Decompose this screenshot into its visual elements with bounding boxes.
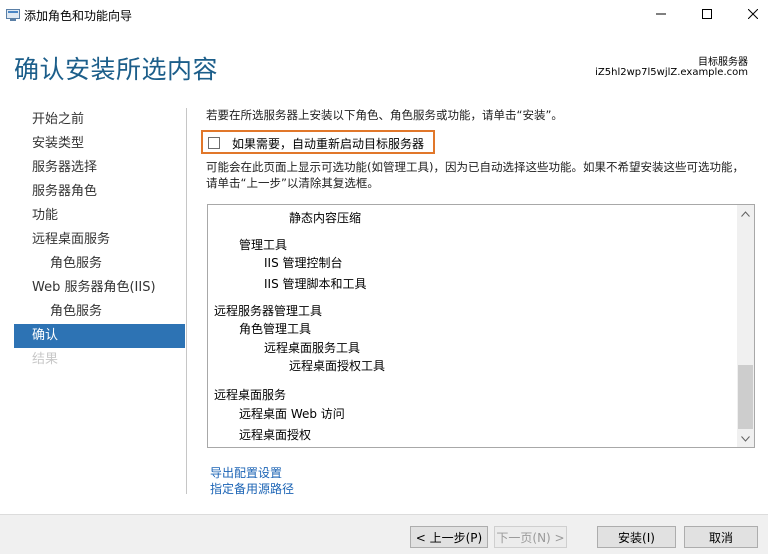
nav-item-server-selection[interactable]: 服务器选择 xyxy=(14,156,185,180)
page-title: 确认安装所选内容 xyxy=(14,55,219,84)
minimize-button[interactable] xyxy=(638,0,684,28)
nav-item-confirmation[interactable]: 确认 xyxy=(14,324,185,348)
wizard-steps-nav: 开始之前 安装类型 服务器选择 服务器角色 功能 远程桌面服务 角色服务 Web… xyxy=(14,108,185,372)
nav-item-results: 结果 xyxy=(32,352,59,367)
list-item: 远程桌面服务工具 xyxy=(264,341,361,355)
restart-checkbox[interactable] xyxy=(208,137,220,149)
vertical-scrollbar[interactable] xyxy=(737,205,754,447)
specify-alternate-source-link[interactable]: 指定备用源路径 xyxy=(210,480,294,497)
destination-server-label: 目标服务器 xyxy=(698,57,748,68)
window-title: 添加角色和功能向导 xyxy=(24,9,133,23)
restart-checkbox-label[interactable]: 如果需要，自动重新启动目标服务器 xyxy=(232,135,424,152)
nav-item-installation-type[interactable]: 安装类型 xyxy=(14,132,185,156)
cancel-button[interactable]: 取消 xyxy=(684,526,758,548)
title-bar: 添加角色和功能向导 xyxy=(0,0,768,30)
list-item: 远程服务器管理工具 xyxy=(214,304,323,318)
list-item: IIS 管理控制台 xyxy=(264,256,343,270)
nav-item-before-you-begin[interactable]: 开始之前 xyxy=(14,108,185,132)
nav-item-remote-desktop-services[interactable]: 远程桌面服务 xyxy=(14,228,185,252)
list-item: 角色管理工具 xyxy=(239,322,312,336)
optional-features-note: 可能会在此页面上显示可选功能(如管理工具)，因为已自动选择这些功能。如果不希望安… xyxy=(206,160,744,190)
next-button: 下一页(N) > xyxy=(494,526,567,548)
list-item: 远程桌面服务 xyxy=(214,388,287,402)
list-item: 远程桌面授权 xyxy=(239,428,312,442)
previous-button[interactable]: < 上一步(P) xyxy=(410,526,488,548)
install-button[interactable]: 安装(I) xyxy=(597,526,676,548)
export-configuration-link[interactable]: 导出配置设置 xyxy=(210,464,282,481)
close-button[interactable] xyxy=(730,0,768,28)
scrollbar-thumb[interactable] xyxy=(738,365,753,429)
list-item: 远程桌面授权工具 xyxy=(289,359,386,373)
destination-server-name: iZ5hl2wp7l5wjlZ.example.com xyxy=(595,67,748,78)
scroll-up-arrow-icon[interactable] xyxy=(737,205,754,222)
list-item: 管理工具 xyxy=(239,238,288,252)
nav-item-features[interactable]: 功能 xyxy=(14,204,185,228)
list-item: 静态内容压缩 xyxy=(289,211,362,225)
list-item: IIS 管理脚本和工具 xyxy=(264,277,367,291)
maximize-button[interactable] xyxy=(684,0,730,28)
nav-item-web-server-role[interactable]: Web 服务器角色(IIS) xyxy=(14,276,185,300)
scroll-down-arrow-icon[interactable] xyxy=(737,430,754,447)
server-manager-icon xyxy=(6,7,20,21)
nav-item-server-roles[interactable]: 服务器角色 xyxy=(14,180,185,204)
nav-divider xyxy=(186,108,187,494)
selected-features-list[interactable]: 静态内容压缩 管理工具 IIS 管理控制台 IIS 管理脚本和工具 远程服务器管… xyxy=(207,204,755,448)
intro-text: 若要在所选服务器上安装以下角色、角色服务或功能，请单击“安装”。 xyxy=(206,108,563,122)
list-item: 远程桌面 Web 访问 xyxy=(239,407,345,421)
nav-item-rds-role-services[interactable]: 角色服务 xyxy=(14,252,185,276)
nav-item-iis-role-services[interactable]: 角色服务 xyxy=(14,300,185,324)
